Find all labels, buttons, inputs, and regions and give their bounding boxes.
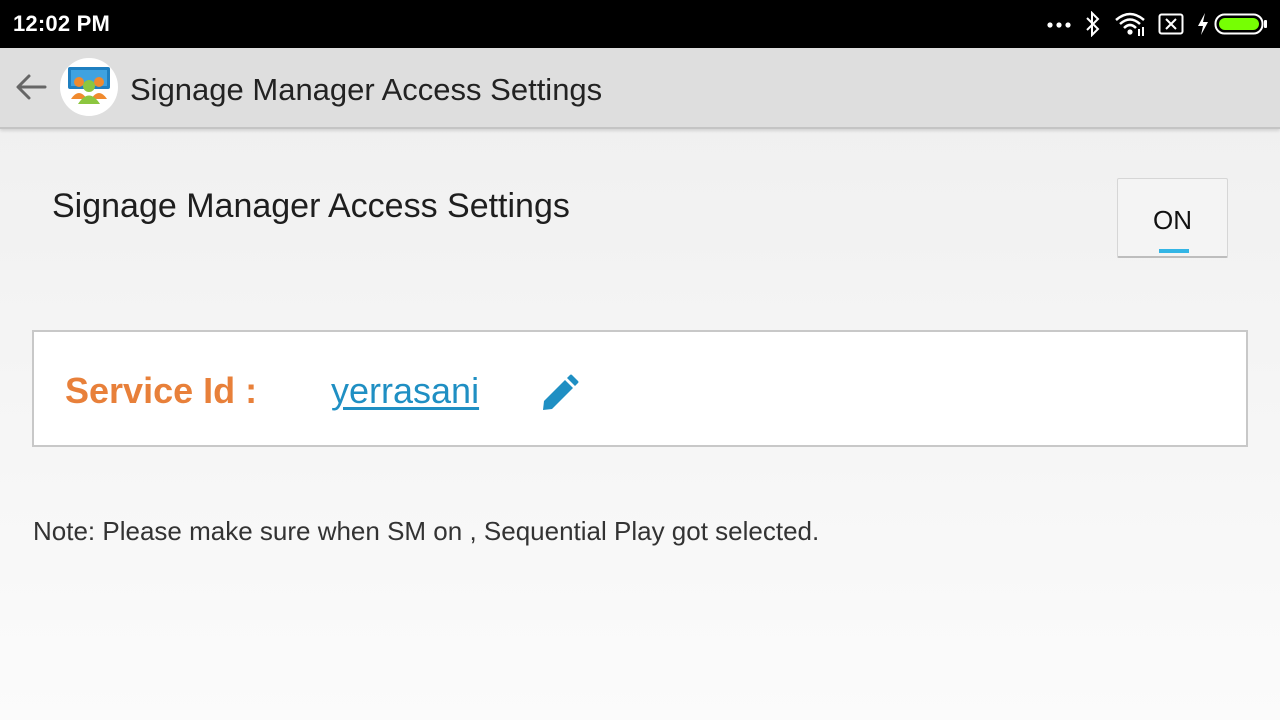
bluetooth-icon: [1084, 11, 1102, 37]
charging-icon: [1196, 12, 1210, 36]
more-dots-icon: [1046, 20, 1072, 28]
app-title: Signage Manager Access Settings: [130, 72, 603, 107]
pencil-edit-icon[interactable]: [539, 374, 579, 414]
status-bar: 12:02 PM: [0, 0, 1280, 48]
setting-label: Signage Manager Access Settings: [52, 187, 570, 225]
toggle-label: ON: [1153, 205, 1192, 235]
service-id-link[interactable]: yerrasani: [331, 370, 479, 412]
status-icons: [1034, 10, 1268, 38]
back-button[interactable]: [14, 72, 48, 106]
app-logo: [60, 58, 118, 116]
service-id-label: Service Id :: [65, 370, 258, 411]
status-time: 12:02 PM: [13, 11, 110, 36]
back-arrow-icon: [15, 73, 47, 106]
signage-manager-logo-icon: [67, 65, 111, 110]
service-id-panel: Service Id : yerrasani: [32, 330, 1248, 447]
battery-icon: [1214, 13, 1268, 35]
wifi-icon: [1114, 12, 1146, 36]
no-sim-icon: [1158, 13, 1184, 35]
access-toggle-button[interactable]: ON: [1117, 178, 1228, 258]
note-text: Note: Please make sure when SM on , Sequ…: [33, 516, 820, 546]
app-bar: Signage Manager Access Settings: [0, 48, 1280, 129]
toggle-on-indicator: [1159, 249, 1189, 253]
